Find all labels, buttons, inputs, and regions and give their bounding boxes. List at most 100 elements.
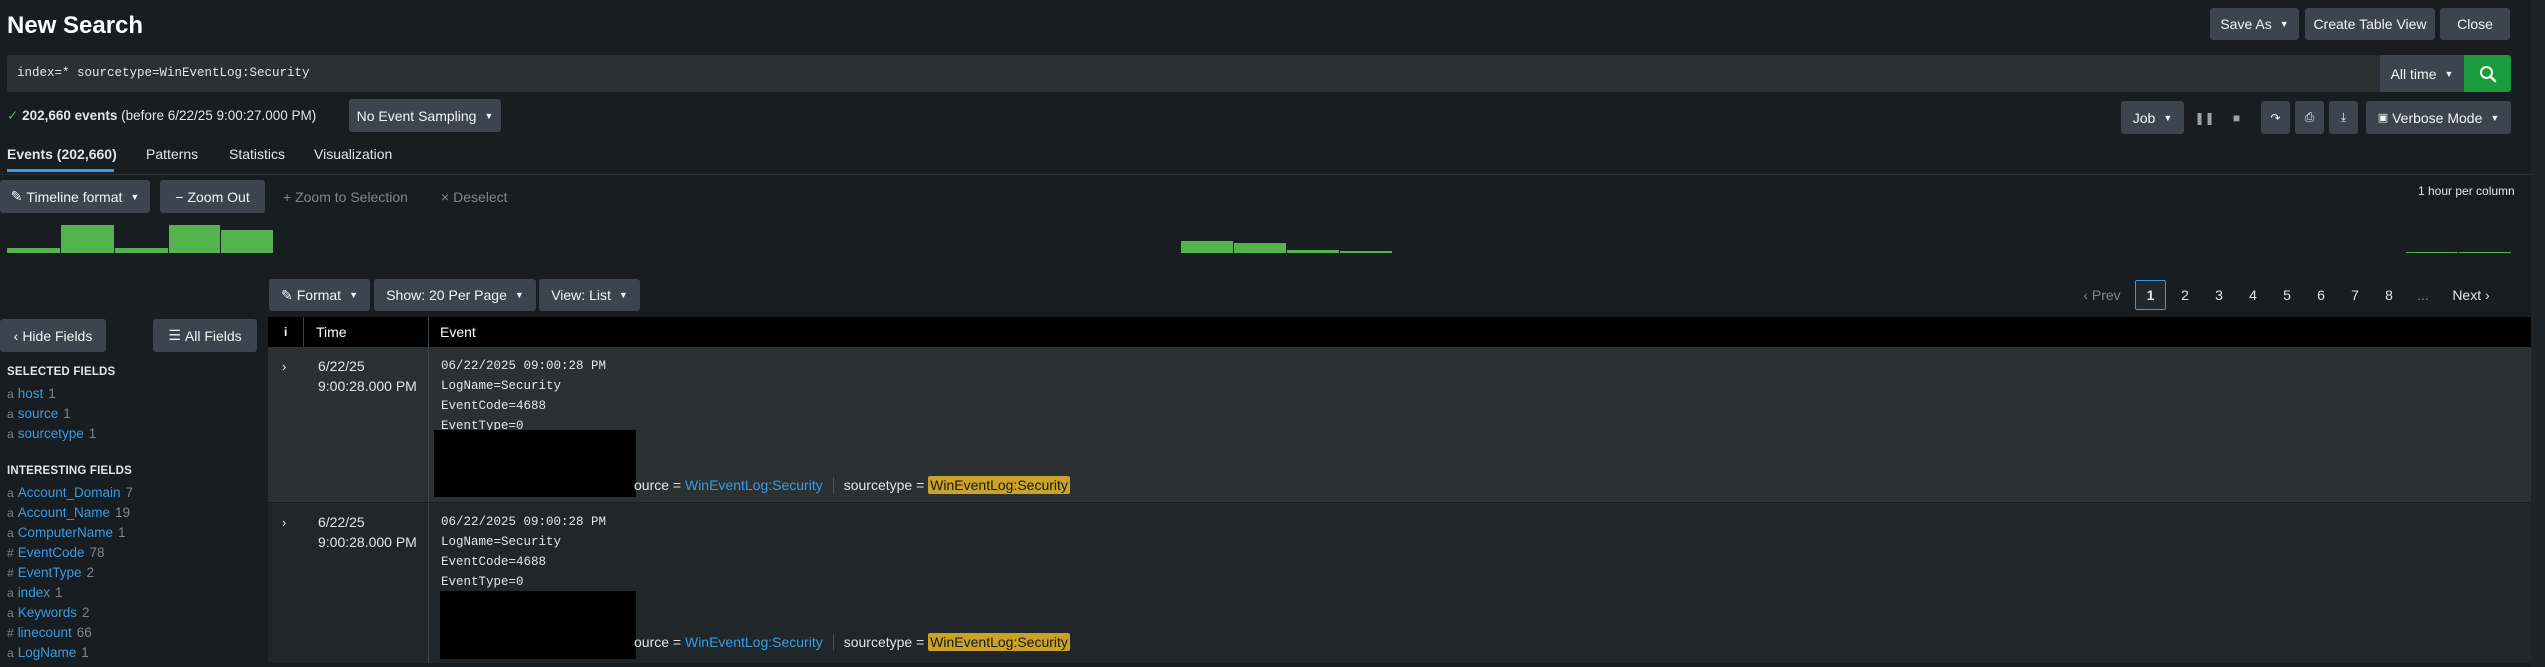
tab-visualization[interactable]: Visualization [314,146,392,162]
tab-events[interactable]: Events (202,660) [7,146,117,162]
view-dropdown[interactable]: View: List ▼ [539,279,640,311]
export-icon[interactable]: ⤓ [2329,101,2358,134]
timeline-bar[interactable] [2459,252,2511,253]
field-name: LogName [17,645,77,660]
caret-down-icon: ▼ [2163,112,2173,123]
timeline-bar[interactable] [1234,243,1286,253]
event-column-header[interactable]: Event [440,324,476,340]
save-as-label: Save As [2220,16,2272,32]
deselect-button[interactable]: × Deselect [441,189,508,205]
prev-page-button[interactable]: ‹ Prev [2071,287,2133,303]
save-as-button[interactable]: Save As ▼ [2210,8,2299,40]
job-menu-button[interactable]: Job ▼ [2121,101,2184,134]
field-source[interactable]: a source 1 [7,406,71,421]
field-type-icon: a [7,526,14,540]
timeline-bar[interactable] [1340,251,1392,253]
field-keywords[interactable]: a Keywords 2 [7,605,89,620]
field-type-icon: # [7,566,14,580]
field-type-icon: # [7,546,14,560]
page-3-button[interactable]: 3 [2202,287,2236,303]
search-mode-label: Verbose Mode [2392,109,2483,126]
event-time-text: 9:00:28.000 PM [318,378,417,394]
event-time: 6/22/25 9:00:28.000 PM [318,512,417,552]
field-eventtype[interactable]: # EventType 2 [7,565,94,580]
source-value[interactable]: WinEventLog:Security [685,477,823,493]
all-fields-button[interactable]: ☰ All Fields [153,319,257,352]
page-1-button[interactable]: 1 [2135,280,2166,310]
create-table-view-button[interactable]: Create Table View [2305,8,2435,40]
share-icon[interactable]: ↷ [2261,101,2290,134]
job-label: Job [2132,109,2156,126]
field-computername[interactable]: a ComputerName 1 [7,525,126,540]
next-page-button[interactable]: Next › [2440,287,2502,303]
field-index[interactable]: a index 1 [7,585,62,600]
timeline-bar[interactable] [61,225,114,253]
field-type-icon: a [7,427,14,441]
timeline-bar[interactable] [1181,241,1233,253]
event-line: 06/22/2025 09:00:28 PM [441,359,607,373]
hide-fields-button[interactable]: ‹ Hide Fields [0,319,106,352]
page-5-button[interactable]: 5 [2270,287,2304,303]
field-eventcode[interactable]: # EventCode 78 [7,545,105,560]
timeline-bar[interactable] [169,225,220,253]
field-type-icon: a [7,387,14,401]
timeline-bar[interactable] [7,248,60,253]
zoom-out-button[interactable]: − Zoom Out [160,180,265,213]
timeline-format-dropdown[interactable]: ✎ Timeline format ▼ [0,180,150,213]
event-line: 06/22/2025 09:00:28 PM [441,515,607,529]
page-2-button[interactable]: 2 [2168,287,2202,303]
events-status: ✓ 202,660 events (before 6/22/25 9:00:27… [7,108,316,124]
field-count: 1 [88,426,97,441]
redacted-block [440,591,636,659]
pause-icon[interactable]: ❚❚ [2190,101,2219,134]
timeline-format-label: Timeline format [26,188,123,205]
search-input[interactable]: index=* sourcetype=WinEventLog:Security [7,55,2381,92]
format-dropdown[interactable]: ✎ Format ▼ [269,279,370,311]
field-name: ComputerName [17,525,113,540]
page-4-button[interactable]: 4 [2236,287,2270,303]
page-title: New Search [7,12,144,39]
field-account-domain[interactable]: a Account_Domain 7 [7,485,133,500]
print-icon[interactable]: ⎙ [2295,101,2324,134]
stop-icon[interactable]: ■ [2222,101,2251,134]
per-page-dropdown[interactable]: Show: 20 Per Page ▼ [374,279,536,311]
event-line: LogName=Security [441,535,562,549]
search-button[interactable] [2464,55,2511,92]
sourcetype-value[interactable]: WinEventLog:Security [928,633,1070,651]
source-label: ource = [634,634,682,650]
source-value[interactable]: WinEventLog:Security [685,634,823,650]
field-name: EventCode [17,545,85,560]
event-sampling-dropdown[interactable]: No Event Sampling ▼ [349,99,501,132]
page-6-button[interactable]: 6 [2304,287,2338,303]
field-type-icon: # [7,626,14,640]
field-count: 1 [117,525,126,540]
page-8-button[interactable]: 8 [2372,287,2406,303]
page-scrollbar[interactable] [2531,0,2545,667]
timeline-bar[interactable] [221,230,273,253]
search-mode-dropdown[interactable]: ▣ Verbose Mode ▼ [2366,101,2511,134]
timeline-bar[interactable] [115,248,168,253]
field-linecount[interactable]: # linecount 66 [7,625,92,640]
zoom-to-selection-button[interactable]: + Zoom to Selection [283,189,408,205]
tab-patterns[interactable]: Patterns [146,146,198,162]
field-account-name[interactable]: a Account_Name 19 [7,505,130,520]
time-column-header[interactable]: Time [316,324,347,340]
field-host[interactable]: a host 1 [7,386,56,401]
timeline-bar[interactable] [2406,252,2458,253]
search-icon [2479,65,2496,82]
caret-down-icon: ▼ [349,290,358,300]
page-7-button[interactable]: 7 [2338,287,2372,303]
field-logname[interactable]: a LogName 1 [7,645,89,660]
expand-row-icon[interactable]: › [282,515,286,530]
close-button[interactable]: Close [2440,8,2510,40]
field-count: 2 [81,605,90,620]
time-range-picker[interactable]: All time ▼ [2380,55,2464,92]
field-type-icon: a [7,506,14,520]
source-label: ource = [634,477,682,493]
sourcetype-value[interactable]: WinEventLog:Security [928,476,1070,494]
field-sourcetype[interactable]: a sourcetype 1 [7,426,96,441]
expand-row-icon[interactable]: › [282,359,286,374]
timeline-bar[interactable] [1287,250,1339,253]
field-count: 1 [63,406,71,421]
tab-statistics[interactable]: Statistics [229,146,285,162]
